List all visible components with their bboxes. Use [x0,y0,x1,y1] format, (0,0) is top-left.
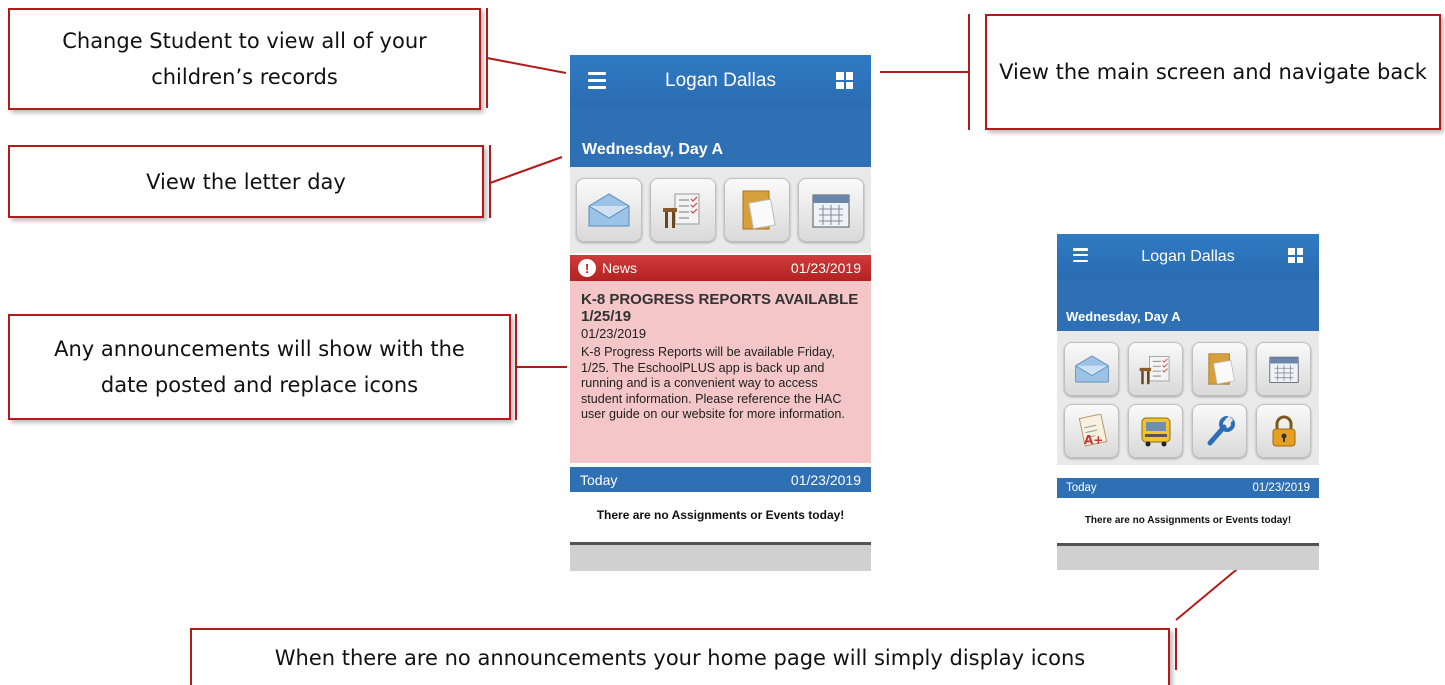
today-bar: Today 01/23/2019 [570,467,871,492]
mail-icon[interactable] [576,178,642,242]
grid-home-icon[interactable] [1288,248,1303,263]
today-label: Today [580,471,618,488]
alert-icon: ! [578,259,596,277]
today-date: 01/23/2019 [790,471,861,488]
news-label: News [602,260,638,276]
calendar-icon[interactable] [1256,342,1311,396]
callout-main-screen: View the main screen and navigate back [985,14,1441,130]
checklist-desk-icon[interactable] [1128,342,1183,396]
footer-bar [570,542,871,571]
callout-letter-day-text: View the letter day [146,169,346,194]
news-date: 01/23/2019 [790,260,861,276]
lock-icon[interactable] [1256,404,1311,458]
letter-day-label: Wednesday, Day A [1066,309,1181,324]
wrench-icon[interactable] [1192,404,1247,458]
phone-screen-with-news: Logan Dallas Wednesday, Day A ! News 01/… [570,55,871,571]
no-items-message: There are no Assignments or Events today… [596,508,845,522]
grid-home-icon[interactable] [836,72,853,89]
today-date: 01/23/2019 [1252,482,1310,494]
student-name[interactable]: Logan Dallas [1141,248,1234,266]
svg-text:A+: A+ [1084,433,1103,447]
student-name[interactable]: Logan Dallas [665,70,776,92]
callout-main-screen-text: View the main screen and navigate back [999,60,1427,84]
phone-screen-icons: Logan Dallas Wednesday, Day A A+ Today 0… [1057,234,1319,570]
callout-no-announcements-text: When there are no announcements your hom… [274,645,1086,670]
callout-change-student-text: Change Student to view all of your child… [62,29,427,89]
menu-icon[interactable] [588,72,606,89]
news-bar: ! News 01/23/2019 [570,255,871,281]
announcement[interactable]: K-8 PROGRESS REPORTS AVAILABLE 1/25/19 0… [570,281,871,463]
app-header: Logan Dallas [1057,234,1319,279]
folder-icon[interactable] [724,178,790,242]
callout-announcements: Any announcements will show with the dat… [8,314,511,420]
letter-day-label: Wednesday, Day A [582,141,724,158]
callout-announcements-text: Any announcements will show with the dat… [54,337,465,397]
announcement-posted-date: 01/23/2019 [581,326,647,341]
menu-icon[interactable] [1073,248,1088,262]
calendar-icon[interactable] [798,178,864,242]
no-items-message: There are no Assignments or Events today… [1084,515,1292,526]
bus-icon[interactable] [1128,404,1183,458]
mail-icon[interactable] [1064,342,1119,396]
announcement-body: K-8 Progress Reports will be available F… [581,345,845,421]
letter-day-bar: Wednesday, Day A [1057,279,1319,331]
callout-letter-day: View the letter day [8,145,484,218]
report-card-icon[interactable]: A+ [1064,404,1119,458]
today-bar: Today 01/23/2019 [1057,478,1319,498]
checklist-desk-icon[interactable] [650,178,716,242]
today-label: Today [1066,482,1097,494]
letter-day-bar: Wednesday, Day A [570,107,871,167]
callout-no-announcements: When there are no announcements your hom… [190,628,1170,685]
callout-change-student: Change Student to view all of your child… [8,8,481,110]
footer-bar [1057,543,1319,570]
announcement-title: K-8 PROGRESS REPORTS AVAILABLE 1/25/19 [581,291,859,325]
folder-icon[interactable] [1192,342,1247,396]
app-header: Logan Dallas [570,55,871,107]
